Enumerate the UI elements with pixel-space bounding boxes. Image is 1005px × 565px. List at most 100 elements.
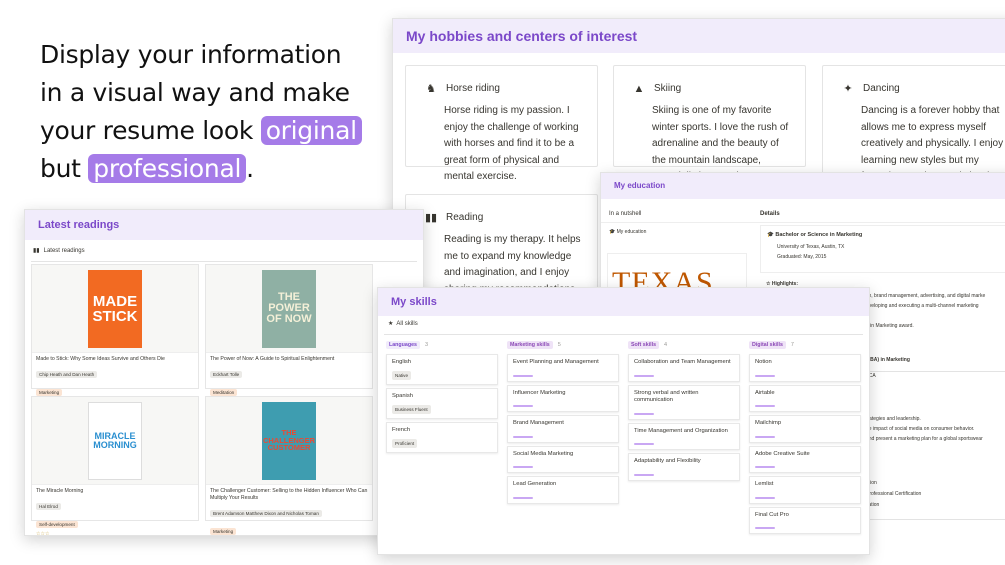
skill-card[interactable]: Mailchimp [749,415,861,443]
skill-card[interactable]: Strong verbal and written communication [628,384,740,420]
skill-name: English [392,359,412,365]
column-tag: Soft skills [628,341,660,349]
skill-card[interactable]: Airtable [749,384,861,412]
column-tag: Marketing skills [507,341,553,349]
skill-level-bar [634,443,654,445]
skill-card[interactable]: French Proficient [386,422,498,453]
dancer-icon: ✦ [843,83,853,95]
skill-name: Airtable [755,389,775,396]
degree-title-2: MBA) in Marketing [866,357,910,363]
skill-level-bar [755,496,775,499]
skill-card[interactable]: Lemlist [749,476,861,504]
book-card[interactable]: THE POWER OF NOW The Power of Now: A Gui… [205,264,373,405]
skill-name: Notion [755,359,772,365]
book-card[interactable]: THE CHALLENGER CUSTOMER The Challenger C… [205,396,373,535]
skill-name: Influencer Marketing [513,389,566,396]
proficiency-pill: Native [392,370,412,380]
proficiency-pill: Business Fluent [392,404,431,414]
hobby-card-horse-riding[interactable]: ♞ Horse riding Horse riding is my passion… [405,65,598,182]
skill-level-bar [755,374,775,377]
column-count: 5 [557,342,561,348]
horse-icon: ♞ [426,83,436,95]
rating-stars: ☆☆☆ [36,531,50,536]
skill-card[interactable]: Spanish Business Fluent [386,388,498,419]
skill-name: Time Management and Organization [634,427,728,434]
university-name: University of Texas, Austin, TX [777,244,845,250]
book-tag: Marketing [210,528,237,535]
skill-column-marketing: Marketing skills 5 Event Planning and Man… [507,339,619,504]
highlight-line: he impact of social media on consumer be… [866,426,975,432]
skill-level-bar [755,405,775,407]
skill-level-bar [755,527,775,529]
tagline-period: . [246,154,254,183]
highlight-line: e in Marketing award. [866,323,914,329]
book-title: The Challenger Customer: Selling to the … [210,488,368,501]
book-card[interactable]: MADE STICK Made to Stick: Why Some Ideas… [31,264,199,405]
skill-name: Mailchimp [755,420,782,426]
highlight-professional: professional [88,154,247,183]
column-count: 4 [664,342,668,348]
skill-level-bar [634,412,654,415]
tagline-text: your resume look [40,116,261,145]
skill-card[interactable]: Adobe Creative Suite [749,445,861,473]
skill-name: Adaptability and Flexibility [634,458,701,464]
skill-card[interactable]: English Native [386,354,498,385]
skill-level-bar [513,405,533,407]
skill-card[interactable]: Event Planning and Management [507,354,619,382]
tagline-line: Display your information [40,40,342,69]
book-author: Brent Adamson Matthew Dixon and Nicholas… [210,510,322,517]
proficiency-pill: Proficient [392,438,418,448]
tab-all-skills[interactable]: All skills [396,321,417,327]
skill-name: Lemlist [755,481,774,487]
skill-card[interactable]: Final Cut Pro [749,506,861,534]
book-card[interactable]: MIRACLE MORNING The Miracle Morning Hal … [31,396,199,535]
book-cover: THE CHALLENGER CUSTOMER [262,401,316,480]
book-icon: ▮▮ [424,212,438,224]
skill-card[interactable]: Influencer Marketing [507,384,619,412]
mountain-icon: ▲ [633,82,645,95]
book-cover: MIRACLE MORNING [88,401,142,480]
skill-card[interactable]: Collaboration and Team Management [628,354,740,382]
skill-name: Lead Generation [513,481,557,487]
graduation-date: Graduated: May, 2015 [777,254,827,260]
column-tag: Languages [386,341,420,349]
hobby-card-skiing[interactable]: ▲ Skiing Skiing is one of my favorite win… [613,65,806,182]
skills-panel: My skills ★ All skills Languages 3 English… [377,287,870,555]
skill-name: Strong verbal and written communication [634,389,699,404]
book-cover: THE POWER OF NOW [262,269,316,348]
skill-level-bar [634,473,654,476]
skill-card[interactable]: Notion [749,354,861,382]
book-icon: ▮▮ [33,248,40,254]
skill-level-bar [513,374,533,377]
tagline-line: your resume look original [40,112,370,150]
tagline-line: but professional. [40,150,370,188]
book-title: The Miracle Morning [36,488,84,494]
skill-card[interactable]: Social Media Marketing [507,445,619,473]
skill-name: Social Media Marketing [513,450,574,457]
skill-name: Spanish [392,393,413,399]
my-education-label: 🎓 My education [609,229,647,235]
skill-card[interactable]: Lead Generation [507,476,619,504]
skill-level-bar [513,435,533,438]
skill-name: Brand Management [513,420,564,426]
skill-card[interactable]: Brand Management [507,415,619,443]
skill-level-bar [513,466,533,468]
readings-panel: Latest readings ▮▮ Latest readings MADE S… [24,209,424,536]
hobby-card-dancing[interactable]: ✦ Dancing Dancing is a forever hobby that… [822,65,1005,182]
tagline-line: in a visual way and make [40,78,350,107]
book-author: Eckhart Tolle [210,371,243,378]
skill-column-languages: Languages 3 English Native Spanish Business… [386,339,498,453]
degree-card[interactable]: 🎓 Bachelor or Science in Marketing Unive… [760,225,1005,273]
highlight-line: and present a marketing plan for a globa… [866,436,983,442]
degree-title: Bachelor or Science in Marketing [775,232,863,238]
skill-column-soft: Soft skills 4 Collaboration and Team Mana… [628,339,740,481]
divider [384,334,863,335]
skill-card[interactable]: Time Management and Organization [628,422,740,450]
book-author: Hal Elrod [36,503,61,510]
readings-title: Latest readings [25,210,423,240]
skill-card[interactable]: Adaptability and Flexibility [628,453,740,481]
star-icon: ★ [388,321,394,327]
skill-name: Final Cut Pro [755,511,789,518]
tab-latest-readings[interactable]: Latest readings [44,248,85,254]
book-tag: Marketing [36,389,63,396]
